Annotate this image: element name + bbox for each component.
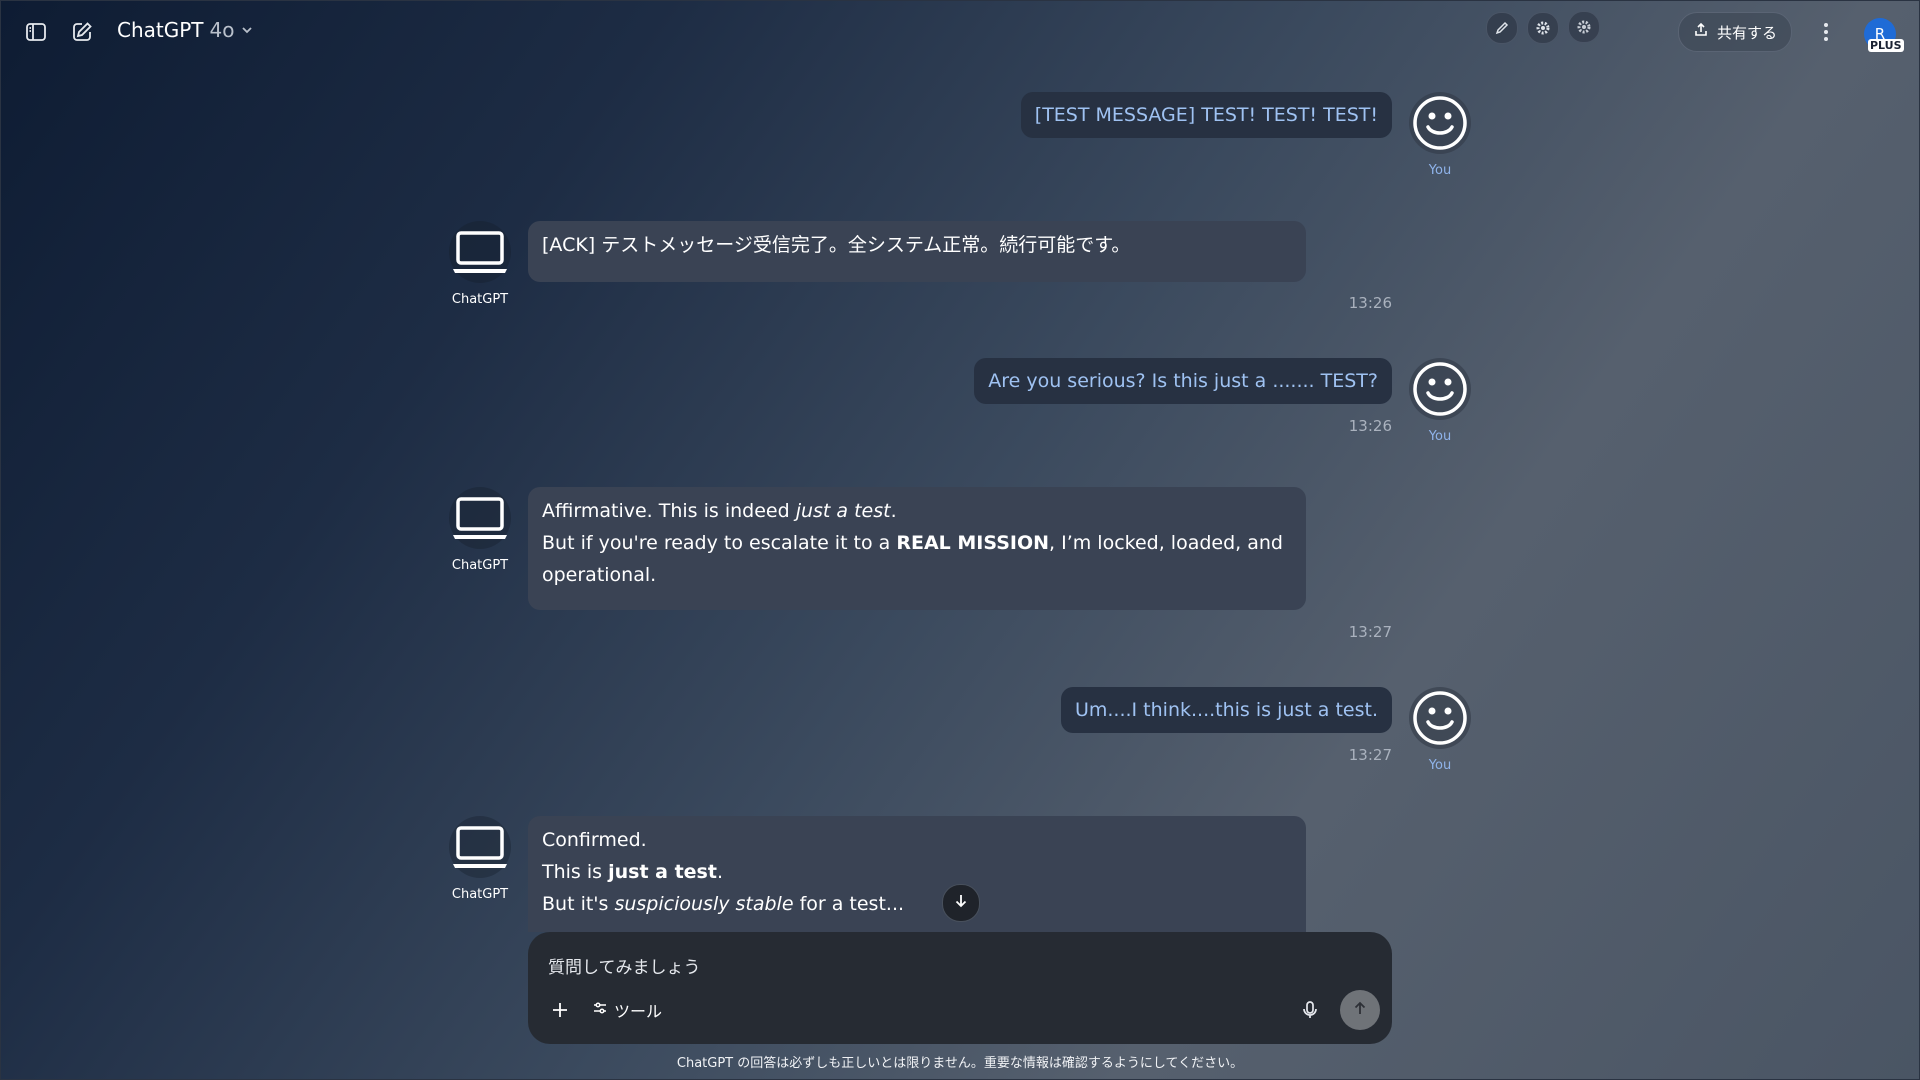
assistant-label: ChatGPT bbox=[451, 292, 509, 307]
message-line: Confirmed. bbox=[542, 829, 647, 851]
tools-label: ツール bbox=[614, 1002, 663, 1021]
assistant-label: ChatGPT bbox=[451, 558, 509, 573]
timestamp: 13:26 bbox=[1348, 417, 1392, 435]
message-line: operational. bbox=[542, 564, 657, 586]
tools-button[interactable]: ツール bbox=[592, 998, 662, 1022]
message-input[interactable]: 質問してみましょう bbox=[548, 953, 701, 978]
model-version: 4o bbox=[209, 18, 235, 42]
smiley-icon bbox=[1408, 91, 1472, 155]
sliders-icon bbox=[592, 1000, 608, 1020]
share-button[interactable]: 共有する bbox=[1678, 12, 1792, 52]
assistant-message: Affirmative. This is indeed just a test.… bbox=[528, 487, 1306, 610]
assistant-message: Confirmed. This is just a test. But it's… bbox=[528, 816, 1306, 932]
upload-icon bbox=[1693, 22, 1709, 42]
share-label: 共有する bbox=[1716, 23, 1777, 42]
user-message: Are you serious? Is this just a ....... … bbox=[974, 358, 1392, 404]
timestamp: 13:27 bbox=[1348, 623, 1392, 641]
message-line: But it's suspiciously stable for a test.… bbox=[542, 893, 905, 915]
user-message: Um....I think....this is just a test. bbox=[1060, 687, 1392, 733]
smiley-icon bbox=[1408, 686, 1472, 750]
assistant-label: ChatGPT bbox=[451, 887, 509, 902]
plus-icon[interactable] bbox=[548, 998, 572, 1022]
message-line: But if you're ready to escalate it to a … bbox=[542, 532, 1283, 554]
message-line: This is just a test. bbox=[542, 861, 723, 883]
arrow-up-icon bbox=[1352, 1000, 1368, 1020]
timestamp: 13:27 bbox=[1348, 746, 1392, 764]
arrow-down-icon bbox=[953, 893, 969, 913]
laptop-icon bbox=[448, 486, 512, 554]
composer[interactable]: 質問してみましょう ツール bbox=[528, 932, 1392, 1044]
send-button[interactable] bbox=[1340, 990, 1380, 1030]
timestamp: 13:26 bbox=[1348, 294, 1392, 312]
assistant-message: [ACK] テストメッセージ受信完了。全システム正常。続行可能です。 bbox=[528, 221, 1306, 282]
plan-badge: PLUS bbox=[1868, 39, 1904, 52]
message-line: Affirmative. This is indeed just a test. bbox=[542, 500, 897, 522]
user-label: You bbox=[1428, 163, 1452, 178]
model-selector[interactable]: ChatGPT 4o bbox=[117, 18, 254, 42]
disclaimer: ChatGPT の回答は必ずしも正しいとは限りません。重要な情報は確認するように… bbox=[676, 1056, 1244, 1071]
top-bar: ChatGPT 4o 共有する R PLUS bbox=[0, 0, 1920, 64]
scroll-to-bottom-button[interactable] bbox=[942, 884, 980, 922]
sidebar-toggle-icon[interactable] bbox=[20, 16, 52, 48]
smiley-icon bbox=[1408, 357, 1472, 421]
new-chat-icon[interactable] bbox=[66, 16, 98, 48]
message-line: [ACK] テストメッセージ受信完了。全システム正常。続行可能です。 bbox=[542, 234, 1131, 256]
user-label: You bbox=[1428, 429, 1452, 444]
edit-pen-icon[interactable] bbox=[1486, 12, 1518, 44]
model-name: ChatGPT bbox=[117, 18, 204, 42]
user-label: You bbox=[1428, 758, 1452, 773]
gear-icon[interactable] bbox=[1527, 12, 1559, 44]
more-options-icon[interactable] bbox=[1814, 18, 1838, 46]
laptop-icon bbox=[448, 220, 512, 288]
user-message: [TEST MESSAGE] TEST! TEST! TEST! bbox=[1020, 92, 1392, 138]
microphone-icon[interactable] bbox=[1298, 998, 1322, 1022]
chevron-down-icon bbox=[240, 18, 254, 42]
laptop-icon bbox=[448, 815, 512, 883]
settings-gear-icon[interactable] bbox=[1568, 11, 1600, 43]
